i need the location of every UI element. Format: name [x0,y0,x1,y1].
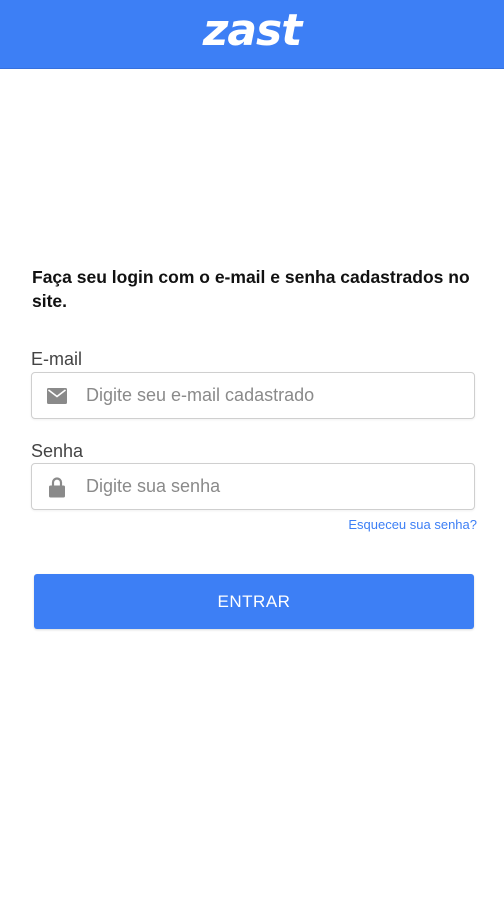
lock-icon [46,476,68,498]
envelope-icon [46,385,68,407]
zast-logo: zast [202,5,303,56]
password-field[interactable] [31,463,475,510]
login-button[interactable]: ENTRAR [34,574,474,629]
email-input[interactable] [86,373,466,418]
email-label: E-mail [31,349,83,369]
email-field[interactable] [31,372,475,419]
forgot-password-link[interactable]: Esqueceu sua senha? [348,517,477,532]
app-header: zast [0,0,504,69]
login-instructions: Faça seu login com o e-mail e senha cada… [32,267,470,311]
password-label: Senha [31,441,84,461]
password-input[interactable] [86,464,466,509]
